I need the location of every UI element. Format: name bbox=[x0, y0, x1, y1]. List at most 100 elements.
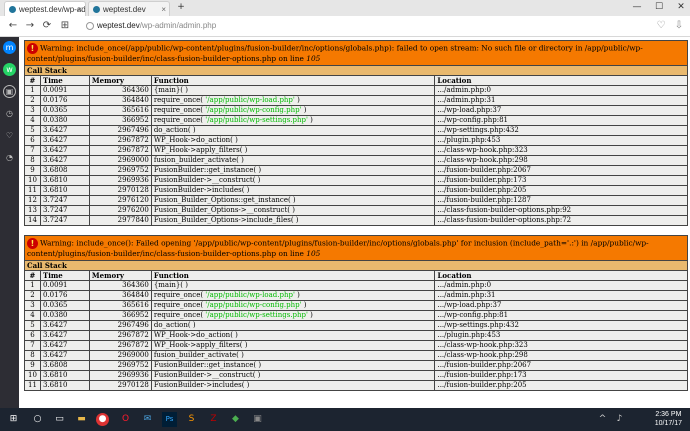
clock-time: 2:36 PM bbox=[655, 411, 682, 418]
folder-icon[interactable]: ▬ bbox=[74, 412, 89, 427]
stack-time: 3.6427 bbox=[39, 350, 90, 361]
stack-index: 5 bbox=[24, 320, 41, 331]
heart-icon[interactable]: ♡ bbox=[3, 129, 16, 142]
stack-location[interactable]: .../class-fusion-builder-options.php:72 bbox=[434, 215, 688, 226]
stack-location[interactable]: .../admin.php:31 bbox=[434, 95, 688, 106]
heart-icon[interactable]: ♡ bbox=[654, 18, 668, 33]
maximize-button[interactable]: ☐ bbox=[652, 0, 666, 14]
stack-location[interactable]: .../class-wp-hook.php:323 bbox=[434, 145, 688, 156]
column-header: # bbox=[24, 75, 41, 86]
terminal-icon[interactable]: ◆ bbox=[228, 412, 243, 427]
search-icon[interactable]: ○ bbox=[30, 412, 45, 427]
chrome-icon[interactable]: ● bbox=[96, 413, 109, 426]
column-header: Memory bbox=[88, 270, 152, 281]
function-close: ) bbox=[294, 291, 300, 300]
stack-location[interactable]: .../class-fusion-builder-options.php:92 bbox=[434, 205, 688, 216]
stack-location[interactable]: .../wp-settings.php:432 bbox=[434, 320, 688, 331]
reload-button[interactable]: ⟳ bbox=[40, 18, 54, 33]
error-list: ! Warning: include_once(/app/public/wp-co… bbox=[24, 40, 688, 391]
mail-icon[interactable]: ✉ bbox=[140, 412, 155, 427]
function-name: require_once( bbox=[153, 116, 206, 125]
stack-function: FusionBuilder->includes( ) bbox=[150, 380, 436, 391]
stack-row: 2 0.0176 364840 require_once( '/app/public/… bbox=[24, 290, 688, 301]
stack-location[interactable]: .../plugin.php:453 bbox=[434, 330, 688, 341]
stack-row: 9 3.6808 2969752 FusionBuilder::get_instanc… bbox=[24, 360, 688, 371]
stack-time: 3.6427 bbox=[39, 135, 90, 146]
app-icon[interactable]: ▣ bbox=[250, 412, 265, 427]
stack-memory: 364840 bbox=[88, 290, 152, 301]
tab-close-icon[interactable]: × bbox=[161, 2, 166, 16]
forward-button[interactable]: → bbox=[23, 18, 37, 33]
tab-title: weptest.dev bbox=[103, 5, 146, 14]
url-field[interactable]: weptest.dev/wp-admin/admin.php bbox=[86, 18, 646, 33]
tab-wp-admin[interactable]: weptest.dev/wp-admin/a × bbox=[4, 1, 86, 16]
new-tab-button[interactable]: + bbox=[174, 0, 188, 14]
windows-icon[interactable]: ⊞ bbox=[6, 412, 21, 427]
stack-memory: 2976200 bbox=[88, 205, 152, 216]
function-name: WP_Hook->do_action( ) bbox=[153, 331, 238, 340]
stack-location[interactable]: .../fusion-builder.php:173 bbox=[434, 370, 688, 381]
close-window-button[interactable]: ✕ bbox=[674, 0, 688, 14]
clock-icon[interactable]: ◔ bbox=[3, 151, 16, 164]
stack-time: 3.6427 bbox=[39, 320, 90, 331]
stack-location[interactable]: .../class-wp-hook.php:323 bbox=[434, 340, 688, 351]
function-argument: '/app/public/wp-settings.php' bbox=[205, 116, 308, 125]
stack-location[interactable]: .../wp-settings.php:432 bbox=[434, 125, 688, 136]
download-icon[interactable]: ⇩ bbox=[672, 18, 686, 33]
messenger-icon[interactable]: m bbox=[3, 41, 16, 54]
stack-row: 4 0.0380 366952 require_once( '/app/public/… bbox=[24, 310, 688, 321]
speed-dial-icon[interactable]: ⊞ bbox=[58, 18, 72, 33]
stack-function: do_action( ) bbox=[150, 320, 436, 331]
stack-location[interactable]: .../wp-load.php:37 bbox=[434, 300, 688, 311]
wordpress-favicon-icon bbox=[9, 6, 16, 13]
stack-time: 3.6427 bbox=[39, 330, 90, 341]
stack-location[interactable]: .../wp-config.php:81 bbox=[434, 310, 688, 321]
stack-location[interactable]: .../admin.php:0 bbox=[434, 85, 688, 96]
stack-memory: 2967872 bbox=[88, 330, 152, 341]
stack-location[interactable]: .../wp-load.php:37 bbox=[434, 105, 688, 116]
opera-icon[interactable]: O bbox=[118, 412, 133, 427]
tab-weptest[interactable]: weptest.dev × bbox=[88, 1, 170, 16]
stack-memory: 2967872 bbox=[88, 340, 152, 351]
stack-location[interactable]: .../fusion-builder.php:205 bbox=[434, 380, 688, 391]
task-view-icon[interactable]: ▭ bbox=[52, 412, 67, 427]
camera-icon[interactable]: ▣ bbox=[3, 85, 16, 98]
stack-location[interactable]: .../fusion-builder.php:2067 bbox=[434, 360, 688, 371]
stack-function: {main}( ) bbox=[150, 280, 436, 291]
stack-row: 5 3.6427 2967496 do_action( ) .../wp-setting… bbox=[24, 125, 688, 136]
history-icon[interactable]: ◷ bbox=[3, 107, 16, 120]
stack-location[interactable]: .../fusion-builder.php:1287 bbox=[434, 195, 688, 206]
photoshop-icon[interactable]: Ps bbox=[162, 412, 177, 427]
minimize-button[interactable]: — bbox=[630, 0, 644, 14]
tab-close-icon[interactable]: × bbox=[77, 2, 82, 16]
xdebug-error-table: ! Warning: include_once(): Failed opening… bbox=[24, 235, 688, 391]
function-close: ) bbox=[301, 301, 307, 310]
function-name: FusionBuilder->__construct( ) bbox=[153, 371, 261, 380]
system-clock[interactable]: 2:36 PM 10/17/17 bbox=[655, 410, 682, 428]
function-name: Fusion_Builder_Options->include_files( ) bbox=[153, 216, 299, 225]
stack-time: 3.7247 bbox=[39, 215, 90, 226]
stack-time: 0.0176 bbox=[39, 290, 90, 301]
stack-location[interactable]: .../admin.php:0 bbox=[434, 280, 688, 291]
stack-location[interactable]: .../fusion-builder.php:173 bbox=[434, 175, 688, 186]
stack-location[interactable]: .../admin.php:31 bbox=[434, 290, 688, 301]
stack-index: 8 bbox=[24, 155, 41, 166]
stack-location[interactable]: .../wp-config.php:81 bbox=[434, 115, 688, 126]
notifications-arrow-icon[interactable]: ^ bbox=[595, 412, 610, 427]
function-close: ) bbox=[294, 96, 300, 105]
stack-location[interactable]: .../class-wp-hook.php:298 bbox=[434, 350, 688, 361]
sublime-icon[interactable]: S bbox=[184, 412, 199, 427]
column-header: Time bbox=[39, 270, 90, 281]
back-button[interactable]: ← bbox=[6, 18, 20, 33]
stack-location[interactable]: .../plugin.php:453 bbox=[434, 135, 688, 146]
stack-location[interactable]: .../fusion-builder.php:2067 bbox=[434, 165, 688, 176]
stack-location[interactable]: .../class-wp-hook.php:298 bbox=[434, 155, 688, 166]
stack-memory: 2969752 bbox=[88, 360, 152, 371]
stack-time: 3.7247 bbox=[39, 195, 90, 206]
filezilla-icon[interactable]: Z bbox=[206, 412, 221, 427]
whatsapp-icon[interactable]: w bbox=[3, 63, 16, 76]
volume-icon[interactable]: ♪ bbox=[612, 412, 627, 427]
stack-function: WP_Hook->apply_filters( ) bbox=[150, 340, 436, 351]
info-icon[interactable] bbox=[86, 21, 94, 30]
stack-location[interactable]: .../fusion-builder.php:205 bbox=[434, 185, 688, 196]
